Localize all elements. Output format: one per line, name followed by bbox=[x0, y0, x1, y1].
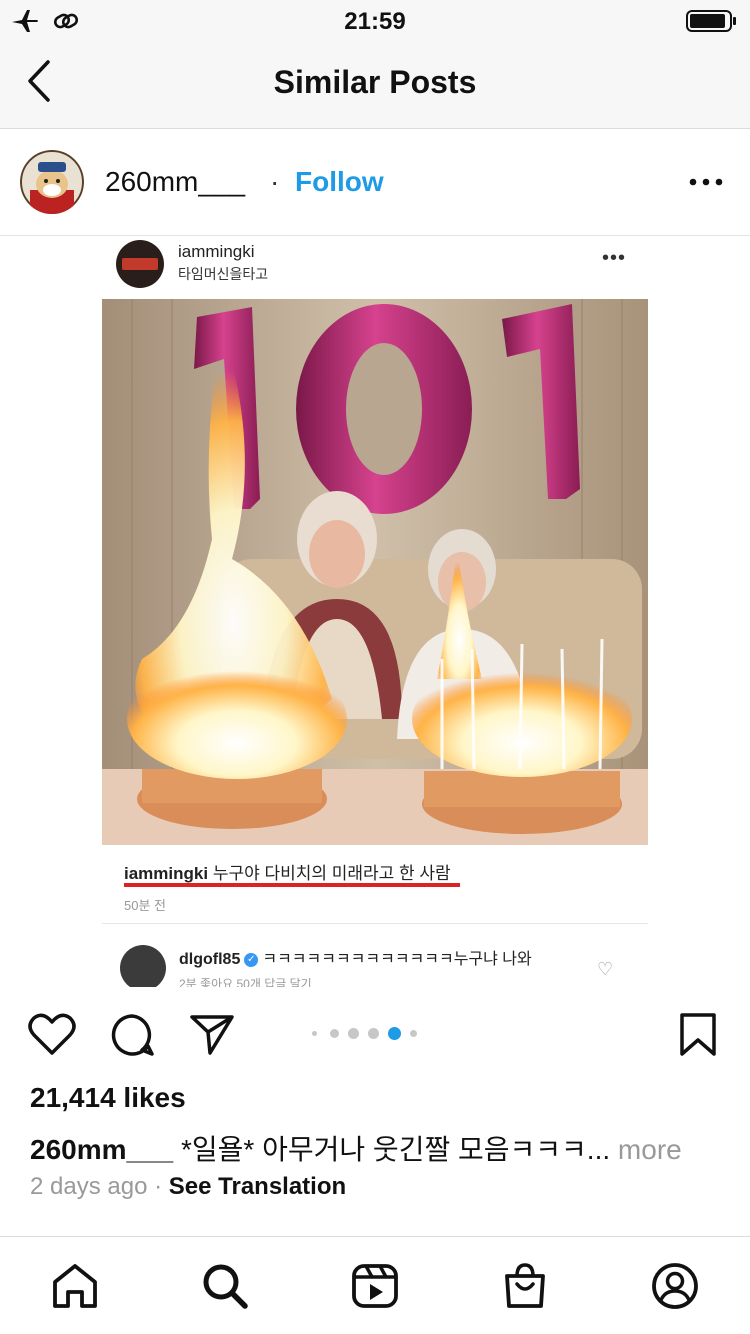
post-username[interactable]: 260mm___ bbox=[105, 166, 245, 198]
caption-username[interactable]: 260mm___ bbox=[30, 1134, 173, 1165]
search-icon[interactable] bbox=[200, 1262, 250, 1310]
page-title: Similar Posts bbox=[273, 64, 477, 100]
post-time: 2 days ago · See Translation bbox=[30, 1173, 346, 1201]
carousel-dot bbox=[312, 1031, 317, 1036]
carousel-dot-active bbox=[388, 1027, 401, 1040]
see-translation-link[interactable]: See Translation bbox=[169, 1173, 346, 1200]
tabbar-divider bbox=[0, 1236, 750, 1237]
embedded-username: iammingki bbox=[178, 242, 255, 261]
embedded-avatar-tag bbox=[122, 258, 158, 270]
time-separator: · bbox=[154, 1173, 163, 1200]
embedded-header: iammingki 타임머신을타고 ••• bbox=[102, 237, 648, 299]
post-image[interactable]: iammingki 타임머신을타고 ••• iammingki 누구야 다비치의… bbox=[102, 237, 648, 987]
embedded-divider bbox=[102, 923, 648, 924]
status-time: 21:59 bbox=[344, 8, 406, 35]
home-icon[interactable] bbox=[50, 1262, 100, 1310]
comment-avatar bbox=[120, 945, 166, 987]
verified-badge-icon: ✓ bbox=[244, 952, 259, 967]
embedded-caption: iammingki 누구야 다비치의 미래라고 한 사람 50분 전 bbox=[102, 845, 648, 923]
heart-icon[interactable] bbox=[28, 1012, 76, 1056]
more-link[interactable]: more bbox=[618, 1134, 682, 1165]
timestamp: 2 days ago bbox=[30, 1173, 148, 1200]
divider bbox=[0, 235, 750, 236]
embedded-more-icon: ••• bbox=[602, 247, 627, 269]
avatar[interactable] bbox=[20, 150, 84, 214]
comment-username: dlgofl85 bbox=[179, 951, 241, 968]
embedded-caption-text: 누구야 다비치의 미래라고 한 사람 bbox=[212, 864, 451, 883]
battery-icon bbox=[686, 10, 736, 32]
shop-icon[interactable] bbox=[500, 1262, 550, 1310]
carousel-dot bbox=[330, 1029, 339, 1038]
follow-button[interactable]: Follow bbox=[295, 166, 384, 198]
separator-dot: · bbox=[270, 166, 280, 197]
comment-text: ㅋㅋㅋㅋㅋㅋㅋㅋㅋㅋㅋㅋㅋ누구냐 나와 bbox=[262, 951, 532, 968]
embedded-caption-user: iammingki bbox=[124, 864, 209, 883]
share-icon[interactable] bbox=[188, 1012, 236, 1056]
comment-icon[interactable] bbox=[108, 1012, 156, 1058]
carousel-dot bbox=[410, 1030, 417, 1037]
reels-icon[interactable] bbox=[350, 1262, 400, 1310]
post-caption: 260mm___ *일욜* 아무거나 웃긴짤 모음ㅋㅋㅋ... more bbox=[30, 1128, 682, 1168]
status-bar: 21:59 bbox=[0, 0, 750, 40]
likes-count[interactable]: 21,414 likes bbox=[30, 1082, 186, 1114]
birthday-photo bbox=[102, 299, 648, 845]
carousel-dot bbox=[368, 1028, 379, 1039]
carousel-dot bbox=[348, 1028, 359, 1039]
red-underline bbox=[124, 883, 460, 887]
embedded-caption-time: 50분 전 bbox=[124, 898, 166, 913]
embedded-location: 타임머신을타고 bbox=[178, 266, 269, 282]
comment-meta: 2분 좋아요 50개 답글 달기 bbox=[179, 977, 312, 987]
embedded-comment: dlgofl85 ✓ ㅋㅋㅋㅋㅋㅋㅋㅋㅋㅋㅋㅋㅋ누구냐 나와 bbox=[179, 945, 532, 969]
profile-icon[interactable] bbox=[650, 1262, 700, 1310]
bookmark-icon[interactable] bbox=[678, 1012, 718, 1058]
embedded-avatar bbox=[116, 240, 164, 288]
more-options-icon[interactable] bbox=[688, 172, 724, 192]
caption-text: *일욜* 아무거나 웃긴짤 모음ㅋㅋㅋ... bbox=[181, 1134, 611, 1165]
comment-heart-icon: ♡ bbox=[597, 959, 614, 979]
nav-bar: Similar Posts bbox=[0, 40, 750, 129]
